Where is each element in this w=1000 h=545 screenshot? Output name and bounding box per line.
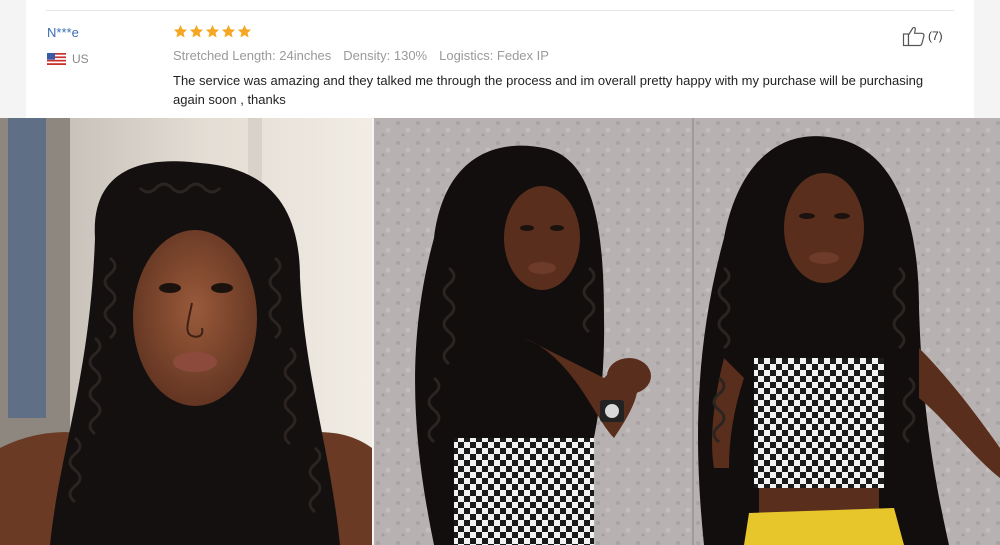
reviewer-country: US <box>47 52 89 66</box>
review-photo-poses <box>374 118 1000 545</box>
star-icon <box>237 24 252 38</box>
star-rating <box>173 24 252 39</box>
reviewer-name: N***e <box>47 25 79 40</box>
review-photo-selfie <box>0 118 372 545</box>
helpful-count: (7) <box>928 29 943 43</box>
spec-logistics: Logistics: Fedex IP <box>439 48 549 63</box>
helpful-button[interactable]: (7) <box>902 25 943 47</box>
review-specs: Stretched Length: 24inches Density: 130%… <box>173 48 549 63</box>
star-icon <box>221 24 236 38</box>
divider <box>46 10 954 11</box>
us-flag-icon <box>47 53 66 65</box>
star-icon <box>189 24 204 38</box>
star-icon <box>173 24 188 38</box>
spec-length: Stretched Length: 24inches <box>173 48 332 63</box>
star-icon <box>205 24 220 38</box>
spec-density: Density: 130% <box>343 48 428 63</box>
country-code: US <box>72 52 89 66</box>
review-card: N***e US Stretched Length: 24inches Dens… <box>26 0 974 118</box>
review-photo-2[interactable] <box>374 118 1000 545</box>
thumbs-up-icon[interactable] <box>902 25 926 47</box>
review-text: The service was amazing and they talked … <box>173 73 924 107</box>
review-photo-1[interactable] <box>0 118 372 545</box>
review-photos <box>0 118 1000 545</box>
